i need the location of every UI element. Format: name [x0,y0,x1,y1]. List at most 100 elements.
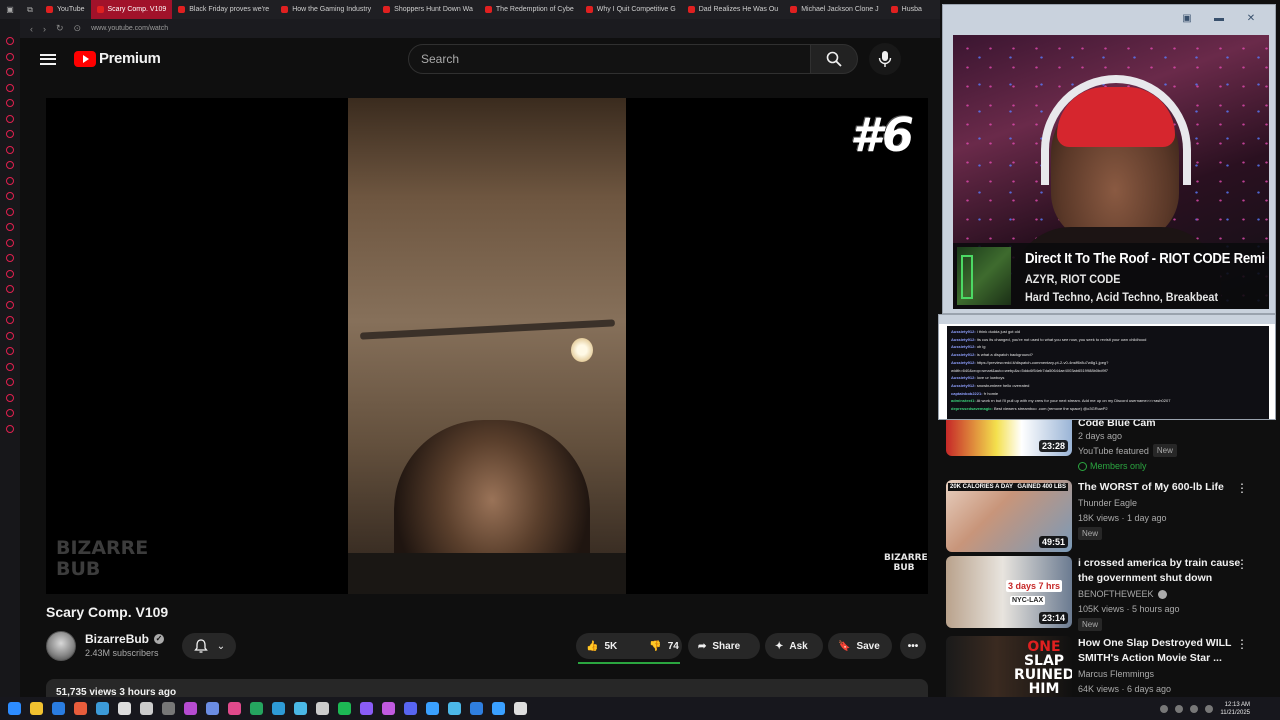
extension-shortcut-icon[interactable] [6,99,14,107]
site-info-icon[interactable]: ⊙ [74,23,82,34]
more-vertical-icon[interactable]: ⋮ [1236,558,1248,572]
search-input[interactable]: Search [408,44,812,74]
more-actions-button[interactable]: ••• [900,633,926,659]
extension-shortcut-icon[interactable] [6,130,14,138]
clock[interactable]: 12:13 AM 11/21/2025 [1220,701,1250,717]
extension-shortcut-icon[interactable] [6,161,14,169]
browser-tab[interactable]: YouTube [40,0,91,19]
chat-username[interactable]: adminstext1: [951,398,976,403]
video-player[interactable] [46,98,928,594]
taskbar-app-icon[interactable] [140,702,153,715]
extension-shortcut-icon[interactable] [6,192,14,200]
chat-username[interactable]: Aussiety912: [951,375,976,380]
taskbar-app-icon[interactable] [382,702,395,715]
extension-shortcut-icon[interactable] [6,285,14,293]
video-thumbnail[interactable]: 23:28 [946,420,1072,456]
recommendation-item[interactable]: 23:28 Code Blue Cam 2 days ago YouTube f… [946,417,1276,476]
taskbar-app-icon[interactable] [514,702,527,715]
chat-username[interactable]: Aussiety912: [951,329,976,334]
taskbar-app-icon[interactable] [448,702,461,715]
extension-shortcut-icon[interactable] [6,316,14,324]
taskbar-app-icon[interactable] [404,702,417,715]
chat-username[interactable]: depressedsavemagic: [951,406,993,411]
taskbar-app-icon[interactable] [184,702,197,715]
chat-username[interactable]: Aussiety912: [951,383,976,388]
recommendation-channel[interactable]: BENOFTHEWEEK [1078,589,1154,599]
extension-shortcut-icon[interactable] [6,238,14,247]
tab-overview-icon[interactable]: ⧉ [20,5,40,15]
dislike-button[interactable]: 👎 74 [639,633,689,659]
taskbar-app-icon[interactable] [470,702,483,715]
extension-shortcut-icon[interactable] [6,114,14,123]
more-vertical-icon[interactable]: ⋮ [1236,482,1248,496]
extension-shortcut-icon[interactable] [6,378,14,386]
like-button[interactable]: 👍 5K [576,633,627,659]
extension-shortcut-icon[interactable] [6,223,14,231]
extension-shortcut-icon[interactable] [6,145,14,154]
browser-tab[interactable]: Husba [885,0,928,19]
chat-username[interactable]: captainbob2221: [951,391,983,396]
browser-tab[interactable]: Scary Comp. V109 [90,0,173,19]
recommendation-title[interactable]: i crossed america by train cause the gov… [1078,556,1248,586]
extension-shortcut-icon[interactable] [6,68,14,76]
url-field[interactable]: www.youtube.com/watch [91,25,168,32]
extension-shortcut-icon[interactable] [6,300,14,309]
recommendation-title[interactable]: How One Slap Destroyed WILL SMITH's Acti… [1078,636,1248,666]
description-box[interactable]: 51,735 views 3 hours ago [46,679,928,699]
taskbar-app-icon[interactable] [338,702,351,715]
ask-button[interactable]: ✦ Ask [765,633,823,659]
extension-shortcut-icon[interactable] [6,52,14,61]
tray-chevron-icon[interactable] [1160,704,1169,713]
share-button[interactable]: ➦ Share [688,633,760,659]
minimize-window-icon[interactable]: ▬ [1211,13,1227,27]
taskbar-app-icon[interactable] [162,702,175,715]
avatar[interactable] [46,631,76,661]
recommendation-item[interactable]: 20K CALORIES A DAY GAINED 400 LBS 49:51 … [946,480,1276,552]
extension-shortcut-icon[interactable] [6,393,14,402]
search-button[interactable] [810,44,858,74]
back-icon[interactable]: ‹ [30,24,33,34]
extension-shortcut-icon[interactable] [6,409,14,417]
taskbar-app-icon[interactable] [250,702,263,715]
forward-icon[interactable]: › [43,24,46,34]
taskbar-app-icon[interactable] [52,702,65,715]
taskbar-app-icon[interactable] [74,702,87,715]
browser-tab[interactable]: Black Friday proves we're [172,0,275,19]
channel-name-link[interactable]: BizarreBub ✓ [85,632,165,646]
recommendation-channel[interactable]: Marcus Flemmings [1078,669,1248,679]
extension-shortcut-icon[interactable] [6,83,14,92]
window-menu-icon[interactable]: ▣ [0,5,20,14]
extension-shortcut-icon[interactable] [6,176,14,185]
browser-tab[interactable]: Shoppers Hunt Down Wa [377,0,479,19]
taskbar-app-icon[interactable] [360,702,373,715]
browser-tab[interactable]: Why I Quit Competitive G [580,0,682,19]
recommendation-item[interactable]: ONE SLAP RUINED HIM How One Slap Destroy… [946,636,1276,708]
close-window-icon[interactable]: ✕ [1243,13,1259,27]
restore-window-icon[interactable]: ▣ [1179,13,1195,27]
taskbar-app-icon[interactable] [294,702,307,715]
taskbar-app-icon[interactable] [30,702,43,715]
recommendation-item[interactable]: 3 days 7 hrs NYC-LAX 23:14 i crossed ame… [946,556,1276,631]
chat-username[interactable]: Aussiety912: [951,344,976,349]
network-icon[interactable] [1175,704,1184,713]
more-vertical-icon[interactable]: ⋮ [1236,638,1248,652]
battery-icon[interactable] [1205,704,1214,713]
browser-tab[interactable]: How the Gaming Industry [275,0,377,19]
reload-icon[interactable]: ↻ [56,23,64,34]
extension-shortcut-icon[interactable] [6,347,14,355]
recommendation-channel[interactable]: Thunder Eagle [1078,498,1248,508]
subscription-bell-button[interactable]: ⌄ [182,633,236,659]
browser-tab[interactable]: The Redemption of Cybe [479,0,580,19]
taskbar-app-icon[interactable] [316,702,329,715]
youtube-logo[interactable]: Premium [74,50,161,67]
save-button[interactable]: 🔖 Save [828,633,892,659]
recommendation-title[interactable]: The WORST of My 600-lb Life [1078,480,1248,495]
hamburger-menu-icon[interactable] [40,51,56,67]
voice-search-button[interactable] [869,43,901,75]
video-thumbnail[interactable]: 20K CALORIES A DAY GAINED 400 LBS 49:51 [946,480,1072,552]
taskbar-app-icon[interactable] [426,702,439,715]
taskbar-app-icon[interactable] [228,702,241,715]
extension-shortcut-icon[interactable] [6,269,14,278]
extension-shortcut-icon[interactable] [6,37,14,45]
extension-shortcut-icon[interactable] [6,207,14,216]
